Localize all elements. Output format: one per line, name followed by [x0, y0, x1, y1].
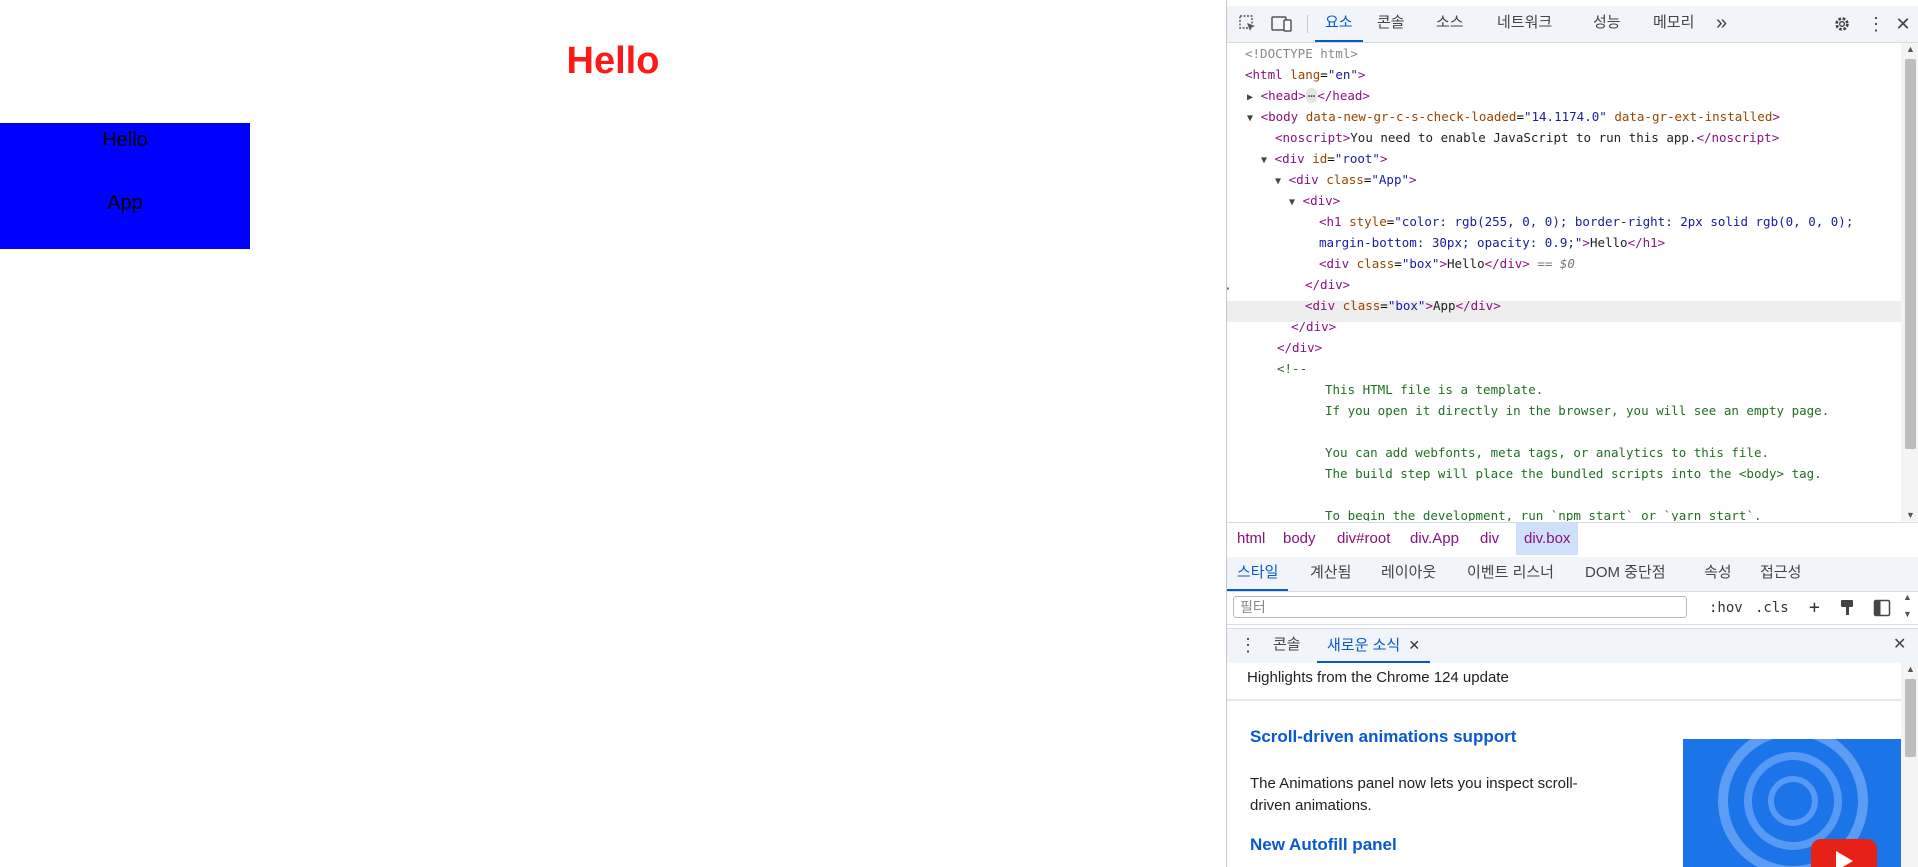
- dom-line-div-close[interactable]: </div>: [1305, 274, 1350, 295]
- toolbar-divider: [1307, 15, 1308, 33]
- scroll-up-icon[interactable]: ▲: [1906, 44, 1915, 54]
- dom-line-root-close[interactable]: </div>: [1277, 337, 1322, 358]
- class-toggle[interactable]: .cls: [1755, 596, 1789, 620]
- dom-comment-line: To begin the development, run `npm start…: [1325, 508, 1762, 521]
- dom-line-div-root[interactable]: ▼ <div id="root">: [1261, 148, 1387, 169]
- more-tabs-icon[interactable]: »: [1716, 6, 1727, 42]
- dom-line-div[interactable]: ▼ <div>: [1289, 190, 1340, 211]
- scroll-up-icon[interactable]: ▲: [1906, 664, 1915, 674]
- collapse-triangle-icon[interactable]: ▼: [1289, 197, 1295, 208]
- page-viewport: Hello Hello App: [0, 0, 1226, 867]
- devtools-toolbar: 요소 콘솔 소스 네트워크 성능 메모리 » ⋮ ✕: [1227, 6, 1918, 43]
- dom-line-body[interactable]: ▼ <body data-new-gr-c-s-check-loaded="14…: [1247, 106, 1780, 127]
- news-item-title-link[interactable]: New Autofill panel: [1250, 835, 1397, 855]
- dom-comment-line: The build step will place the bundled sc…: [1325, 466, 1822, 481]
- dom-comment-line: You can add webfonts, meta tags, or anal…: [1325, 445, 1770, 460]
- drawer-tab-whats-new[interactable]: 새로운 소식 ✕: [1317, 629, 1431, 663]
- dom-line-h1-cont[interactable]: margin-bottom: 30px; opacity: 0.9;">Hell…: [1319, 232, 1665, 253]
- crumb-body[interactable]: body: [1283, 523, 1316, 555]
- expand-triangle-icon[interactable]: ▶: [1247, 92, 1253, 103]
- drawer-tabbar: ⋮ 콘솔 새로운 소식 ✕ ✕: [1227, 628, 1918, 664]
- close-devtools-icon[interactable]: ✕: [1889, 10, 1917, 38]
- crumb-div-app[interactable]: div.App: [1410, 523, 1459, 555]
- dom-line-noscript[interactable]: <noscript>You need to enable JavaScript …: [1275, 127, 1779, 148]
- dom-line-app-close[interactable]: </div>: [1291, 316, 1336, 337]
- scrollbar-thumb[interactable]: [1905, 679, 1916, 757]
- news-item-description: The Animations panel now lets you inspec…: [1250, 775, 1578, 814]
- subtab-event-listeners[interactable]: 이벤트 리스너: [1467, 557, 1554, 591]
- collapse-triangle-icon[interactable]: ▼: [1247, 113, 1253, 124]
- styles-filter-row: :hov .cls + ▲ ▼: [1227, 592, 1918, 625]
- news-scrollbar[interactable]: ▲: [1901, 663, 1918, 867]
- dom-line-head[interactable]: ▶ <head> ⋯ </head>: [1247, 85, 1370, 106]
- crumb-div[interactable]: div: [1480, 523, 1499, 555]
- dom-line-box-hello[interactable]: <div class="box">Hello</div> == $0: [1319, 253, 1575, 274]
- dom-line-h1[interactable]: <h1 style="color: rgb(255, 0, 0); border…: [1319, 211, 1853, 232]
- close-drawer-icon[interactable]: ✕: [1893, 629, 1906, 663]
- drawer-tab-console[interactable]: 콘솔: [1273, 629, 1301, 663]
- toggle-sidebar-icon[interactable]: [1873, 596, 1891, 620]
- hover-state-toggle[interactable]: :hov: [1709, 596, 1743, 620]
- subtab-properties[interactable]: 속성: [1704, 557, 1732, 591]
- page-heading: Hello: [566, 40, 660, 82]
- inspect-element-icon[interactable]: [1234, 10, 1262, 38]
- tab-elements[interactable]: 요소: [1315, 6, 1363, 42]
- styles-filter-input[interactable]: [1233, 596, 1687, 618]
- dom-line-comment-open[interactable]: <!--: [1277, 358, 1307, 379]
- drawer-menu-icon[interactable]: ⋮: [1239, 629, 1257, 663]
- tab-sources[interactable]: 소스: [1436, 6, 1464, 42]
- styles-subtabs: 스타일 계산됨 레이아웃 이벤트 리스너 DOM 중단점 속성 접근성: [1227, 557, 1918, 592]
- tab-console[interactable]: 콘솔: [1377, 6, 1405, 42]
- collapse-triangle-icon[interactable]: ▼: [1275, 176, 1281, 187]
- more-options-icon[interactable]: ⋮: [1862, 10, 1890, 38]
- dom-comment-line: This HTML file is a template.: [1325, 382, 1544, 397]
- crumb-div-root[interactable]: div#root: [1337, 523, 1390, 555]
- new-style-rule-icon[interactable]: +: [1809, 596, 1820, 620]
- news-item-title-link[interactable]: Scroll-driven animations support: [1250, 727, 1516, 747]
- devtools-panel: 요소 콘솔 소스 네트워크 성능 메모리 » ⋮ ✕ ⋯ <!DOCTYPE h…: [1226, 0, 1918, 867]
- scrollbar-thumb[interactable]: [1905, 59, 1916, 449]
- news-divider: [1227, 699, 1901, 701]
- subtab-styles[interactable]: 스타일: [1227, 557, 1289, 591]
- dom-line-div-app[interactable]: ▼ <div class="App">: [1275, 169, 1417, 190]
- subtab-accessibility[interactable]: 접근성: [1760, 557, 1801, 591]
- subtab-layout[interactable]: 레이아웃: [1381, 557, 1436, 591]
- paint-brush-icon[interactable]: [1839, 596, 1855, 620]
- dom-line-box-app[interactable]: <div class="box">App</div>: [1305, 295, 1501, 316]
- tab-performance[interactable]: 성능: [1593, 6, 1621, 42]
- crumb-html[interactable]: html: [1237, 523, 1265, 555]
- box-hello: Hello: [102, 129, 148, 151]
- dom-line-doctype[interactable]: <!DOCTYPE html>: [1245, 43, 1358, 64]
- close-tab-icon[interactable]: ✕: [1408, 637, 1420, 653]
- subtab-dom-breakpoints[interactable]: DOM 중단점: [1585, 557, 1666, 591]
- video-thumbnail[interactable]: [1683, 739, 1901, 867]
- whats-new-panel: Highlights from the Chrome 124 update Sc…: [1227, 663, 1901, 867]
- device-toolbar-icon[interactable]: [1268, 10, 1296, 38]
- scroll-down-icon[interactable]: ▼: [1906, 510, 1915, 520]
- subtab-computed[interactable]: 계산됨: [1310, 557, 1351, 591]
- scroll-up-icon[interactable]: ▲: [1903, 592, 1912, 602]
- selected-node-dots[interactable]: ⋯: [1227, 279, 1229, 300]
- news-highlight-heading: Highlights from the Chrome 124 update: [1247, 669, 1509, 686]
- dom-line-html[interactable]: <html lang="en">: [1245, 64, 1365, 85]
- tab-network[interactable]: 네트워크: [1497, 6, 1552, 42]
- dom-tree-scrollbar[interactable]: ▲ ▼: [1901, 43, 1918, 521]
- dom-tree[interactable]: ⋯ <!DOCTYPE html> <html lang="en"> ▶ <he…: [1227, 43, 1901, 521]
- box-app: App: [107, 192, 143, 214]
- collapse-triangle-icon[interactable]: ▼: [1261, 155, 1267, 166]
- box-container: Hello App: [0, 123, 250, 249]
- settings-gear-icon[interactable]: [1828, 10, 1856, 38]
- crumb-div-box[interactable]: div.box: [1516, 523, 1579, 555]
- breadcrumb: html body div#root div.App div div.box: [1227, 522, 1918, 558]
- scroll-down-icon[interactable]: ▼: [1903, 609, 1912, 619]
- tab-memory[interactable]: 메모리: [1653, 6, 1694, 42]
- dom-comment-line: If you open it directly in the browser, …: [1325, 403, 1830, 418]
